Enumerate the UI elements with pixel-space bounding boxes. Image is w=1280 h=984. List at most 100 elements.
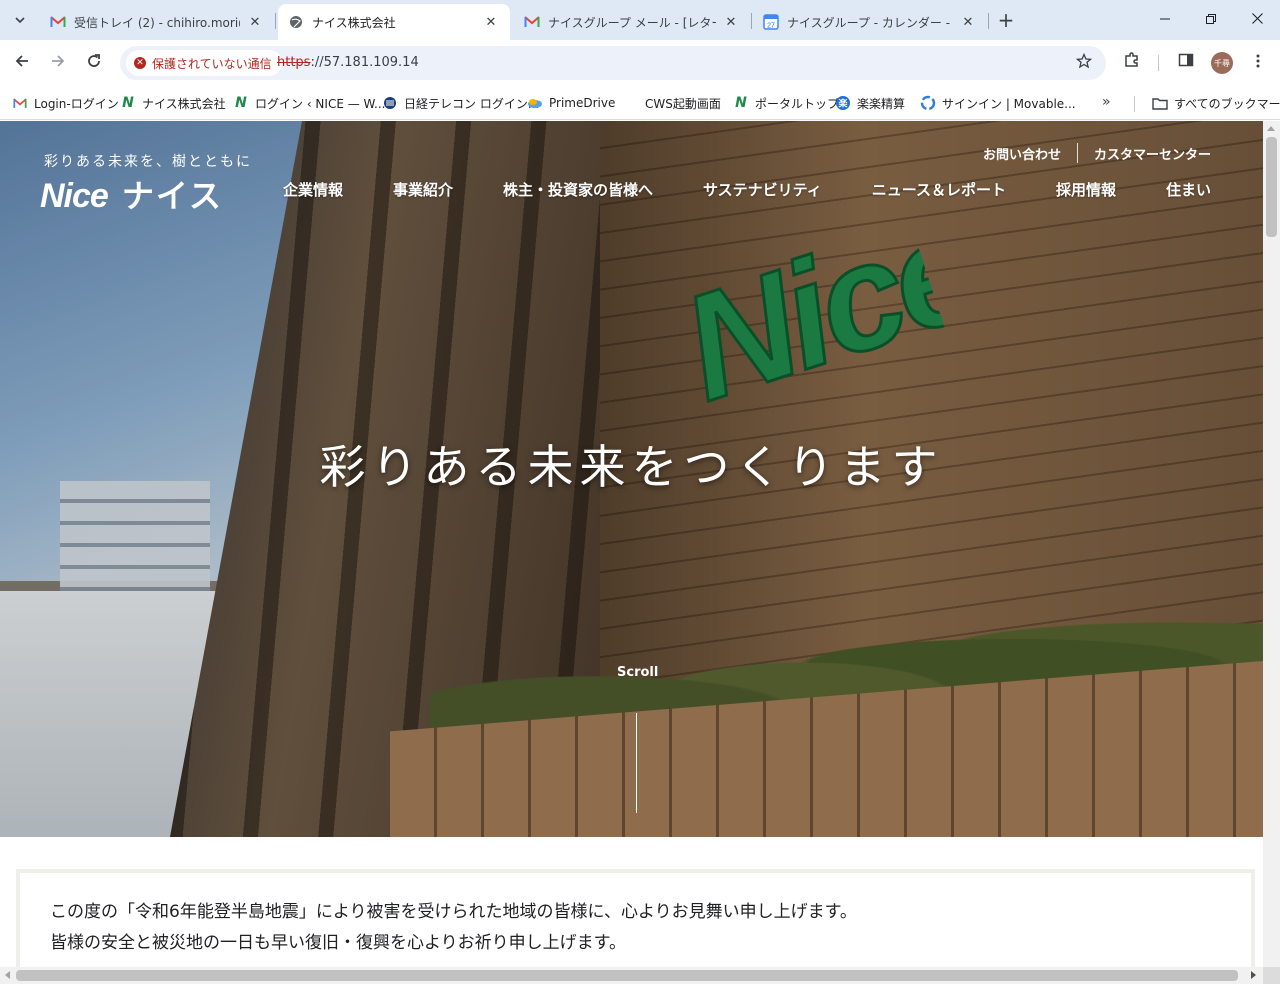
horizontal-scrollbar[interactable] bbox=[0, 967, 1263, 984]
notice-line: この度の「令和6年能登半島地震」により被害を受けられた地域の皆様に、心よりお見舞… bbox=[50, 902, 857, 922]
bookmark-rakuraku[interactable]: 楽 楽楽精算 bbox=[835, 92, 905, 114]
bookmark-movable[interactable]: サインイン | Movable... bbox=[920, 92, 1076, 114]
bookmark-star-button[interactable] bbox=[1074, 52, 1094, 74]
bookmark-label: 楽楽精算 bbox=[857, 96, 906, 111]
close-window-button[interactable] bbox=[1234, 0, 1280, 40]
scroll-left-icon[interactable] bbox=[5, 971, 10, 979]
contact-link[interactable]: お問い合わせ bbox=[983, 144, 1061, 163]
calendar-badge: 27 bbox=[767, 23, 775, 30]
bookmark-label: すべてのブックマーク bbox=[1174, 96, 1280, 111]
nav-item-company[interactable]: 企業情報 bbox=[283, 179, 343, 203]
nice-n-icon: N bbox=[122, 95, 134, 111]
bookmarks-overflow-button[interactable]: » bbox=[1102, 94, 1111, 110]
tab-search-button[interactable] bbox=[6, 6, 34, 34]
main-nav: 企業情報 事業紹介 株主・投資家の皆様へ サステナビリティ ニュース＆レポート … bbox=[283, 179, 1211, 203]
bookmark-login[interactable]: Login-ログイン bbox=[12, 92, 119, 114]
bookmark-label: Login-ログイン bbox=[34, 96, 119, 111]
star-icon bbox=[1075, 52, 1093, 74]
tab-gmail-letter[interactable]: ナイスグループ メール - [レター] 4月1 ✕ bbox=[514, 4, 750, 40]
minimize-icon bbox=[1160, 12, 1170, 28]
rakuraku-icon: 楽 bbox=[835, 95, 851, 111]
tab-title: 受信トレイ (2) - chihiro.mori@nic bbox=[74, 15, 240, 30]
close-icon[interactable]: ✕ bbox=[482, 13, 500, 31]
restore-button[interactable] bbox=[1188, 0, 1234, 40]
bookmarks-bar: Login-ログイン N ナイス株式会社 N ログイン ‹ NICE — W..… bbox=[0, 86, 1280, 120]
bookmark-label: ログイン ‹ NICE — W... bbox=[255, 96, 386, 111]
browser-toolbar: ✕ 保護されていない通信 https://57.181.109.14 千尋 bbox=[0, 40, 1280, 86]
close-icon bbox=[1251, 12, 1263, 28]
url-text[interactable]: https://57.181.109.14 bbox=[277, 55, 419, 70]
customer-center-link[interactable]: カスタマーセンター bbox=[1094, 144, 1211, 163]
url-scheme: https bbox=[277, 55, 311, 70]
tab-title: ナイスグループ - カレンダー - 2024年 bbox=[787, 15, 953, 30]
bookmark-label: ナイス株式会社 bbox=[142, 96, 226, 111]
nice-n-icon: N bbox=[235, 95, 247, 111]
tab-nice-corporate[interactable]: ナイス株式会社 ✕ bbox=[278, 4, 510, 40]
scroll-indicator-line bbox=[636, 713, 637, 813]
tab-calendar[interactable]: 27 ナイスグループ - カレンダー - 2024年 ✕ bbox=[753, 4, 987, 40]
scroll-up-icon[interactable] bbox=[1267, 126, 1275, 131]
tab-title: ナイス株式会社 bbox=[312, 15, 396, 30]
nav-item-recruit[interactable]: 採用情報 bbox=[1056, 179, 1116, 203]
all-bookmarks-folder[interactable]: すべてのブックマーク bbox=[1152, 92, 1280, 114]
close-icon[interactable]: ✕ bbox=[246, 13, 264, 31]
back-button[interactable] bbox=[7, 48, 37, 78]
toolbar-divider bbox=[1158, 55, 1159, 71]
profile-avatar[interactable]: 千尋 bbox=[1211, 52, 1233, 74]
side-panel-button[interactable] bbox=[1174, 50, 1198, 74]
tab-strip: 受信トレイ (2) - chihiro.mori@nic ✕ ナイス株式会社 ✕… bbox=[0, 0, 1280, 40]
bookmark-label: PrimeDrive bbox=[549, 96, 616, 110]
scrollbar-corner bbox=[1263, 967, 1280, 984]
nav-item-business[interactable]: 事業紹介 bbox=[393, 179, 453, 203]
calendar-icon: 27 bbox=[763, 14, 779, 30]
nav-item-news[interactable]: ニュース＆レポート bbox=[872, 179, 1006, 203]
site-logo[interactable]: Nice ナイス bbox=[40, 171, 223, 217]
folder-icon bbox=[1152, 95, 1168, 111]
bookmark-nikkei[interactable]: 日経テレコン ログイン... bbox=[382, 92, 539, 114]
gmail-icon bbox=[50, 14, 66, 30]
extensions-button[interactable] bbox=[1120, 50, 1144, 74]
nav-item-sustainability[interactable]: サステナビリティ bbox=[703, 179, 822, 203]
page-viewport: Nice 彩りある未来を、樹とともに Nice ナイス お問い合わせ カスタマー… bbox=[0, 121, 1263, 969]
reload-button[interactable] bbox=[79, 48, 109, 78]
bookmark-portal[interactable]: N ポータルトップ bbox=[733, 92, 839, 114]
nav-item-housing[interactable]: 住まい bbox=[1166, 179, 1211, 203]
bookmark-label: 日経テレコン ログイン... bbox=[404, 96, 540, 111]
scroll-indicator-label[interactable]: Scroll bbox=[617, 665, 658, 680]
browser-menu-button[interactable] bbox=[1246, 50, 1270, 74]
hero-catchcopy: 彩りある未来をつくります bbox=[319, 440, 944, 494]
nav-item-investors[interactable]: 株主・投資家の皆様へ bbox=[503, 179, 653, 203]
vertical-scroll-thumb[interactable] bbox=[1266, 137, 1277, 237]
forward-button[interactable] bbox=[43, 48, 73, 78]
tab-divider bbox=[988, 13, 989, 29]
vertical-scrollbar[interactable] bbox=[1263, 121, 1280, 969]
new-tab-button[interactable]: + bbox=[994, 8, 1018, 32]
tab-gmail-inbox[interactable]: 受信トレイ (2) - chihiro.mori@nic ✕ bbox=[40, 4, 274, 40]
hero-section: Nice 彩りある未来を、樹とともに Nice ナイス お問い合わせ カスタマー… bbox=[0, 121, 1263, 837]
scroll-right-icon[interactable] bbox=[1251, 971, 1256, 979]
primedrive-icon bbox=[527, 95, 543, 111]
tab-divider bbox=[275, 13, 276, 29]
svg-text:楽: 楽 bbox=[838, 98, 848, 110]
earthquake-notice: この度の「令和6年能登半島地震」により被害を受けられた地域の皆様に、心よりお見舞… bbox=[16, 869, 1255, 969]
address-bar[interactable]: ✕ 保護されていない通信 https://57.181.109.14 bbox=[120, 46, 1106, 80]
close-icon[interactable]: ✕ bbox=[722, 13, 740, 31]
bookmark-nice-wp-login[interactable]: N ログイン ‹ NICE — W... bbox=[233, 92, 385, 114]
security-label: 保護されていない通信 bbox=[152, 56, 272, 71]
logo-text-en: Nice bbox=[40, 177, 109, 215]
close-icon[interactable]: ✕ bbox=[959, 13, 977, 31]
logo-text-ja: ナイス bbox=[121, 177, 223, 215]
minimize-button[interactable] bbox=[1142, 0, 1188, 40]
url-host: ://57.181.109.14 bbox=[310, 55, 419, 70]
bookmark-nice-corp[interactable]: N ナイス株式会社 bbox=[120, 92, 226, 114]
utility-nav-divider bbox=[1076, 143, 1078, 163]
bookmark-cws[interactable]: CWS起動画面 bbox=[623, 92, 721, 114]
bookmark-primedrive[interactable]: PrimeDrive bbox=[527, 92, 615, 114]
more-vert-icon bbox=[1256, 53, 1260, 72]
horizontal-scroll-thumb[interactable] bbox=[16, 970, 1238, 981]
bookmark-label: ポータルトップ bbox=[755, 96, 840, 111]
movable-icon bbox=[920, 95, 936, 111]
bookmark-label: サインイン | Movable... bbox=[942, 96, 1076, 111]
security-chip[interactable]: ✕ 保護されていない通信 bbox=[126, 50, 282, 76]
side-panel-icon bbox=[1178, 52, 1194, 72]
